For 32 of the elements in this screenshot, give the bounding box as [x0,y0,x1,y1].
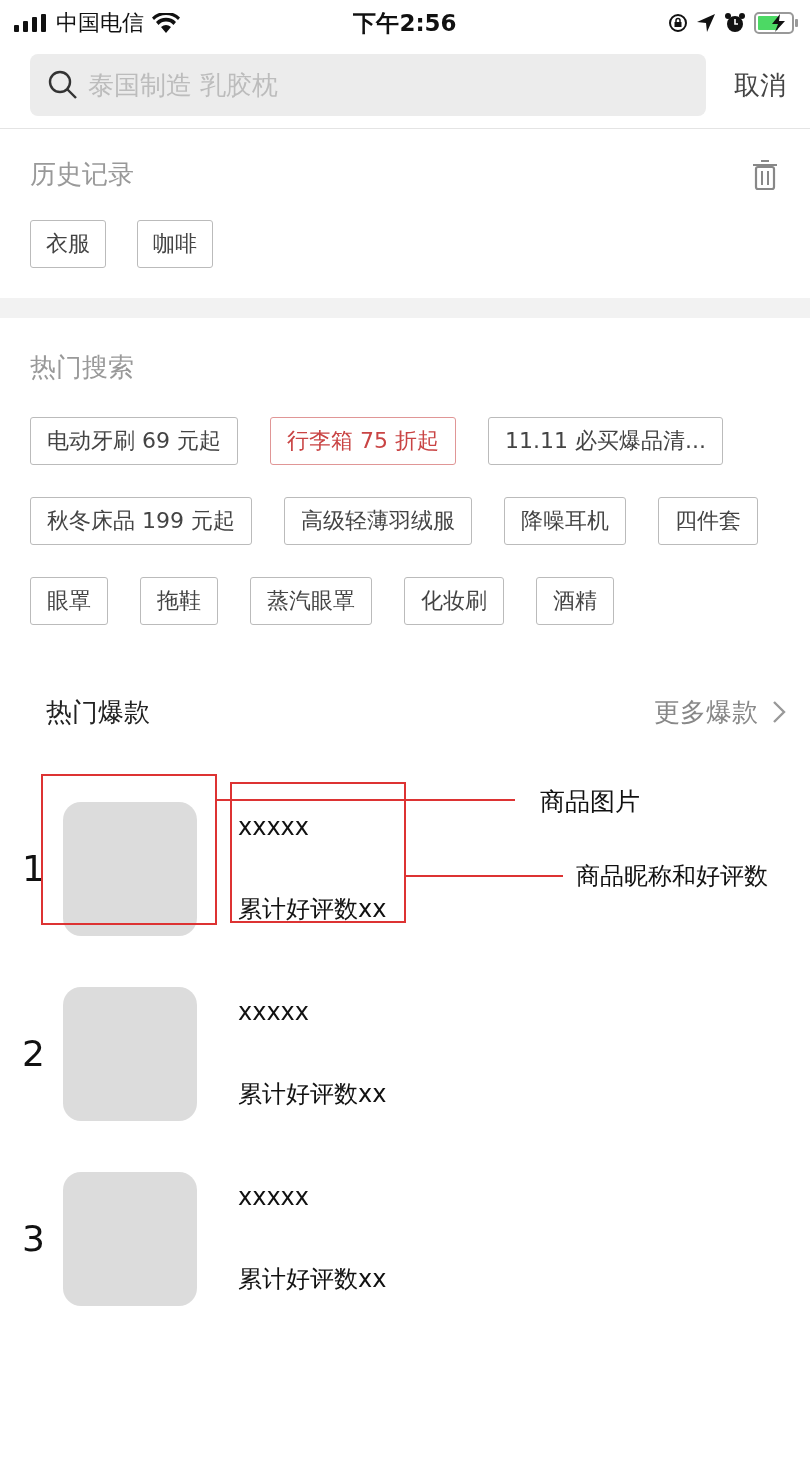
hot-search-tag[interactable]: 蒸汽眼罩 [250,577,372,625]
section-title: 历史记录 [30,158,134,191]
rank-number: 3 [22,1218,46,1259]
hot-search-tag[interactable]: 高级轻薄羽绒服 [284,497,472,545]
hot-search-tag[interactable]: 眼罩 [30,577,108,625]
product-name: xxxxx [238,812,310,841]
rank-number: 1 [22,848,46,889]
section-title: 热门爆款 [46,695,150,729]
more-link[interactable]: 更多爆款 [654,694,786,730]
annotation-label: 商品图片 [540,786,640,818]
review-count: 累计好评数xx [238,1078,387,1110]
hot-search-tag[interactable]: 秋冬床品 199 元起 [30,497,252,545]
product-name: xxxxx [238,1182,310,1211]
history-tag[interactable]: 衣服 [30,220,106,268]
annotation-label: 商品昵称和好评数 [576,861,768,892]
hot-search-tag[interactable]: 化妆刷 [404,577,504,625]
carrier: 中国电信 [56,9,144,37]
review-count: 累计好评数xx [238,893,387,925]
hot-search-tag[interactable]: 酒精 [536,577,614,625]
review-count: 累计好评数xx [238,1263,387,1295]
hot-search-tag[interactable]: 降噪耳机 [504,497,626,545]
hot-search-tag[interactable]: 四件套 [658,497,758,545]
section-title: 热门搜索 [30,351,135,384]
hot-search-tag[interactable]: 拖鞋 [140,577,218,625]
rank-number: 2 [22,1033,46,1074]
hot-search-tag[interactable]: 11.11 必买爆品清... [487,417,723,465]
clock-time: 下午2:56 [353,8,457,38]
hot-search-tag[interactable]: 电动牙刷 69 元起 [30,417,238,465]
history-tag[interactable]: 咖啡 [137,220,213,268]
hot-search-tag[interactable]: 行李箱 75 折起 [270,417,456,465]
product-name: xxxxx [238,997,310,1026]
cancel-button[interactable]: 取消 [726,67,794,103]
